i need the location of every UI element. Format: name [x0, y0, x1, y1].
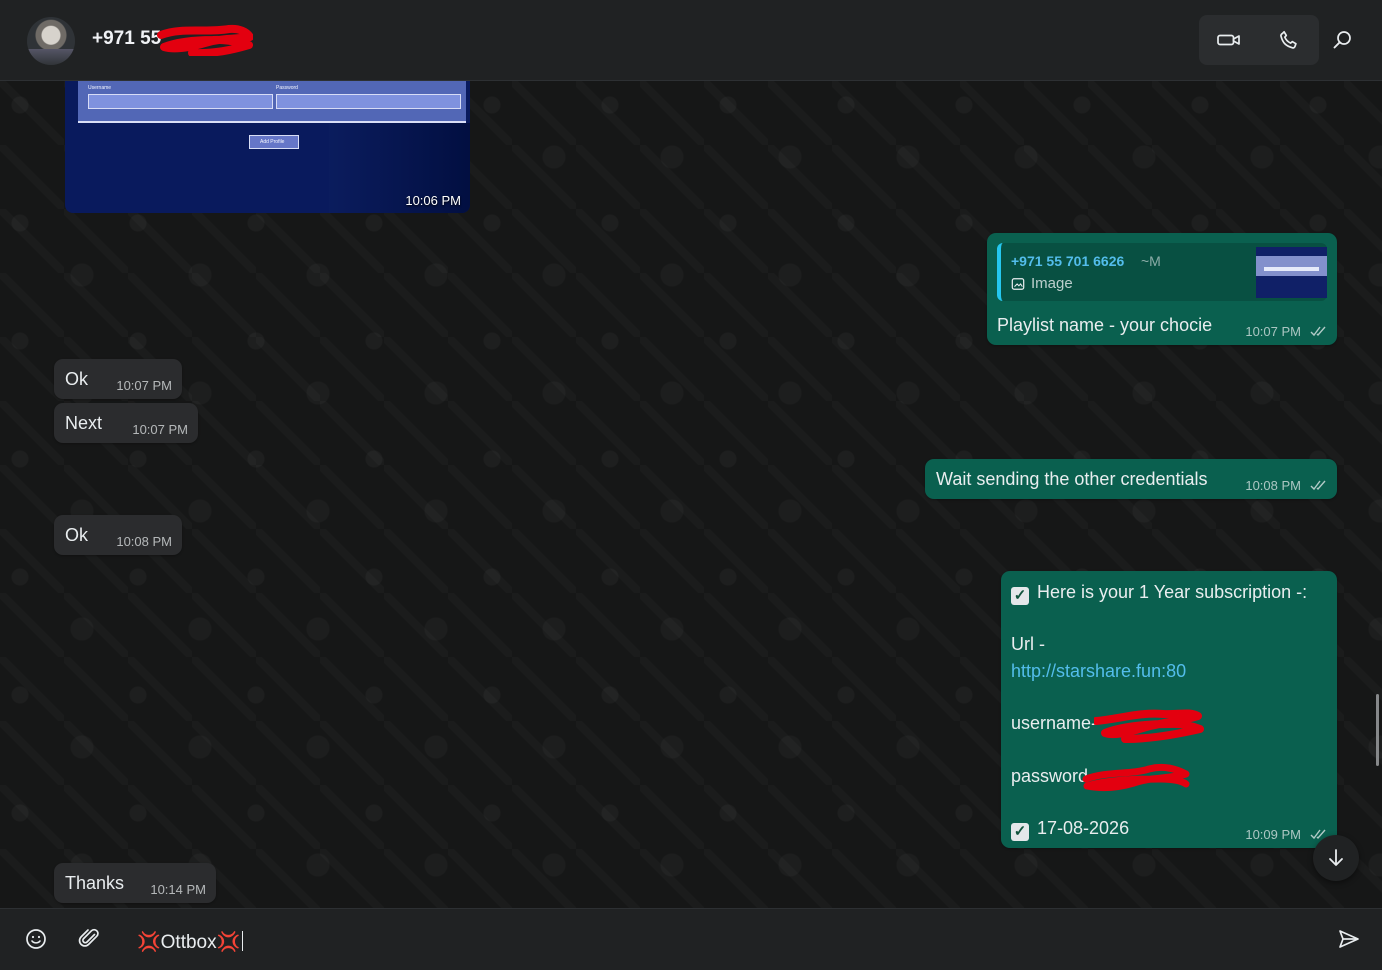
paperclip-icon[interactable]	[78, 927, 102, 951]
message-text: Playlist name - your chocie	[997, 315, 1213, 335]
add-profile-preview-button: Add Profile	[249, 135, 299, 149]
message-text: Wait sending the other credentials	[936, 469, 1208, 489]
username-label: username-	[1011, 713, 1098, 733]
outgoing-message[interactable]: Wait sending the other credentials 10:08…	[925, 459, 1337, 499]
contact-name[interactable]: +971 55	[92, 28, 161, 50]
message-text: Next	[65, 413, 103, 433]
double-check-icon	[1310, 326, 1326, 337]
reply-message[interactable]: +971 55 701 6626 ~M Image Playlist name …	[987, 233, 1337, 345]
call-actions	[1199, 15, 1319, 65]
quoted-sender: +971 55 701 6626	[1011, 253, 1125, 269]
message-time: 10:07 PM	[132, 422, 188, 437]
quoted-image-thumbnail	[1256, 247, 1327, 298]
scroll-to-bottom-button[interactable]	[1313, 835, 1359, 881]
contact-avatar[interactable]	[27, 17, 75, 65]
message-list[interactable]: Username Password Add Profile 10:06 PM +…	[0, 81, 1382, 908]
check-box-icon: ✓	[1011, 823, 1029, 841]
message-composer: 💢Ottbox💢	[0, 908, 1382, 970]
message-scrollbar[interactable]	[1376, 694, 1379, 766]
message-time: 10:14 PM	[150, 882, 206, 897]
expiry-date: 17-08-2026	[1037, 818, 1130, 838]
username-redaction	[1094, 709, 1204, 743]
incoming-message[interactable]: Next 10:07 PM	[54, 403, 198, 443]
url-label: Url -	[1011, 634, 1045, 654]
phone-call-icon	[1280, 30, 1297, 49]
image-message[interactable]: Username Password Add Profile 10:06 PM	[65, 81, 470, 213]
incoming-message[interactable]: Thanks 10:14 PM	[54, 863, 216, 903]
send-icon[interactable]	[1337, 927, 1361, 951]
subscription-url-link[interactable]: http://starshare.fun:80	[1011, 661, 1186, 682]
redaction-scribble	[157, 24, 253, 56]
search-icon[interactable]	[1330, 28, 1354, 52]
message-time: 10:09 PM	[1245, 827, 1301, 842]
message-text: Ok	[65, 369, 89, 389]
username-preview-field	[88, 94, 273, 109]
password-preview-field	[276, 94, 461, 109]
message-time: 10:07 PM	[1245, 324, 1301, 339]
incoming-message[interactable]: Ok 10:08 PM	[54, 515, 182, 555]
message-time: 10:08 PM	[1245, 478, 1301, 493]
arrow-down-icon	[1329, 849, 1343, 866]
quoted-type: Image	[1031, 275, 1073, 292]
message-text: Ok	[65, 525, 89, 545]
chat-header: +971 55	[0, 0, 1382, 81]
quoted-sender-suffix: ~M	[1141, 253, 1161, 269]
message-time: 10:08 PM	[116, 534, 172, 549]
message-text: Thanks	[65, 873, 125, 893]
emoji-icon[interactable]	[24, 927, 48, 951]
text-cursor	[242, 931, 244, 951]
message-input-value: 💢Ottbox💢	[137, 932, 241, 953]
message-time: 10:07 PM	[116, 378, 172, 393]
voice-call-button[interactable]	[1259, 15, 1319, 65]
message-input[interactable]: 💢Ottbox💢	[137, 930, 1297, 954]
video-call-button[interactable]	[1199, 15, 1259, 65]
login-screenshot-card: Username Password	[78, 81, 466, 123]
subscription-header: Here is your 1 Year subscription -:	[1037, 582, 1308, 602]
password-redaction	[1082, 763, 1190, 792]
double-check-icon	[1310, 480, 1326, 491]
video-call-icon	[1217, 34, 1240, 46]
quoted-message[interactable]: +971 55 701 6626 ~M Image	[997, 243, 1327, 301]
check-box-icon: ✓	[1011, 587, 1029, 605]
image-icon	[1011, 278, 1025, 290]
incoming-message[interactable]: Ok 10:07 PM	[54, 359, 182, 399]
message-time: 10:06 PM	[405, 193, 461, 208]
